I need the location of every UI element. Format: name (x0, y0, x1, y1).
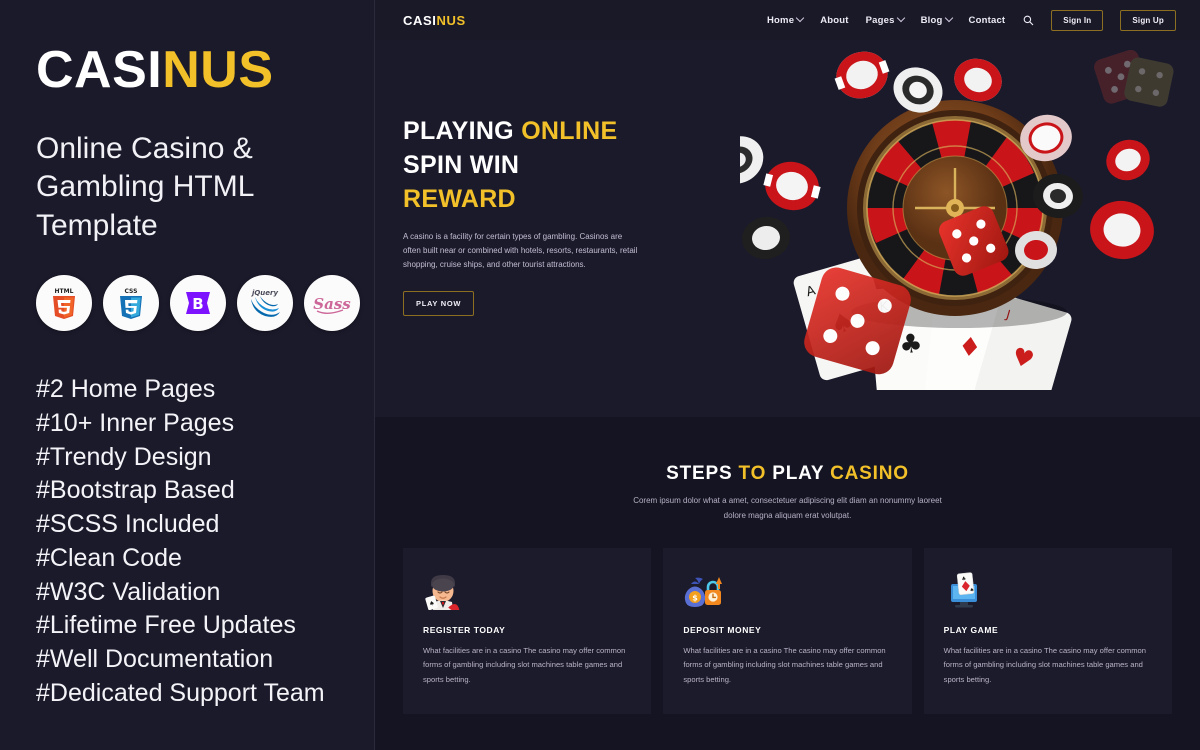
bootstrap-icon: B (186, 292, 210, 315)
money-bag-lock-icon: $ (685, 576, 723, 607)
nav-item-pages[interactable]: Pages (865, 13, 905, 26)
steps-heading-part1: STEPS (666, 463, 739, 484)
nav-item-blog[interactable]: Blog (920, 13, 953, 26)
promo-logo-gold: NUS (162, 41, 274, 99)
html5-badge: HTML (36, 275, 92, 332)
monitor-cards-icon: ♣ ♠ (950, 571, 977, 608)
navbar-logo-white: CASI (403, 12, 437, 28)
promo-logo-white: CASI (36, 41, 163, 99)
svg-text:$: $ (693, 593, 699, 602)
feature-item: #Dedicated Support Team (36, 678, 325, 707)
feature-item: #Bootstrap Based (36, 476, 235, 505)
nav-item-home-label: Home (766, 14, 795, 26)
step-card-deposit[interactable]: $ DEPOSIT MONEY What facilities are in a… (663, 547, 912, 714)
steps-heading-gold1: TO (738, 463, 767, 484)
search-button[interactable] (1023, 15, 1034, 26)
chevron-down-icon (795, 13, 805, 23)
nav-item-contact[interactable]: Contact (969, 15, 1006, 26)
step-card-text: What facilities are in a casino The casi… (943, 645, 1146, 685)
screenshot-root: CASINUS Online Casino & Gambling HTML Te… (0, 0, 1200, 750)
search-icon (1023, 15, 1034, 25)
svg-text:jQuery: jQuery (251, 289, 279, 297)
bootstrap-badge: B (170, 275, 226, 332)
steps-heading: STEPS TO PLAY CASINO (375, 463, 1200, 485)
site-preview: CASINUS Home About Pages Blog Contact Si… (375, 0, 1200, 750)
sass-badge: Sass (304, 275, 360, 332)
promo-logo: CASINUS (36, 44, 375, 96)
step-card-text: What facilities are in a casino The casi… (423, 645, 626, 685)
svg-text:♠: ♠ (969, 587, 974, 593)
hero-artwork-roulette: A ♠ K ♣ Q ♦ J (740, 50, 1174, 390)
feature-list: #2 Home Pages #10+ Inner Pages #Trendy D… (36, 373, 375, 711)
hero-title: PLAYING ONLINE SPIN WIN REWARD (403, 114, 663, 216)
tech-badge-row: HTML CSS B jQuery Sass (36, 275, 375, 332)
site-navbar: CASINUS Home About Pages Blog Contact Si… (375, 0, 1200, 40)
hero-section: PLAYING ONLINE SPIN WIN REWARD A casino … (375, 40, 1200, 417)
sign-in-button[interactable]: Sign In (1051, 9, 1104, 31)
svg-text:B: B (192, 295, 203, 313)
promo-panel: CASINUS Online Casino & Gambling HTML Te… (0, 0, 375, 750)
nav-item-contact-label: Contact (968, 14, 1006, 26)
svg-text:CSS: CSS (125, 288, 138, 295)
svg-text:♦: ♦ (957, 332, 983, 364)
nav-item-home[interactable]: Home (766, 13, 805, 26)
hero-paragraph: A casino is a facility for certain types… (403, 232, 638, 270)
step-card-title: DEPOSIT MONEY (683, 624, 762, 635)
feature-item: #Clean Code (36, 543, 182, 572)
nav-item-about-label: About (820, 14, 849, 26)
feature-item: #W3C Validation (36, 577, 221, 606)
svg-text:Sass: Sass (313, 295, 351, 313)
jquery-icon: jQuery (251, 289, 280, 318)
steps-card-row: ♠ REGISTER TODAY What facilities are in … (375, 524, 1200, 714)
hero-content: PLAYING ONLINE SPIN WIN REWARD A casino … (403, 114, 663, 316)
hero-title-line3: REWARD (403, 185, 516, 213)
navbar-logo[interactable]: CASINUS (403, 13, 466, 28)
feature-item: #Trendy Design (36, 442, 212, 471)
steps-subtitle: Corem ipsum dolor what a amet, consectet… (633, 496, 942, 520)
css3-icon: CSS (120, 288, 142, 320)
steps-heading-gold2: CASINO (830, 463, 909, 484)
sass-icon: Sass (313, 295, 351, 315)
step-card-text: What facilities are in a casino The casi… (683, 645, 886, 685)
feature-item: #10+ Inner Pages (36, 408, 235, 437)
svg-text:♣: ♣ (898, 329, 924, 361)
steps-heading-part2: PLAY (766, 463, 831, 484)
croupier-dealer-icon: ♠ (425, 574, 460, 610)
chevron-down-icon (896, 13, 905, 23)
chevron-down-icon (944, 13, 953, 23)
nav-item-blog-label: Blog (920, 14, 943, 26)
nav-item-pages-label: Pages (865, 14, 895, 26)
promo-subtitle: Online Casino & Gambling HTML Template (36, 132, 254, 242)
feature-item: #SCSS Included (36, 510, 220, 539)
step-card-title: PLAY GAME (943, 624, 999, 635)
step-card-title: REGISTER TODAY (423, 624, 506, 635)
feature-item: #Lifetime Free Updates (36, 611, 296, 640)
hero-title-line2: SPIN WIN (403, 151, 520, 179)
navbar-menu: Home About Pages Blog Contact Sign In Si… (766, 9, 1176, 31)
navbar-logo-gold: NUS (436, 12, 466, 28)
html5-icon: HTML (53, 288, 75, 320)
play-now-button[interactable]: PLAY NOW (403, 290, 475, 316)
feature-item: #2 Home Pages (36, 375, 216, 404)
hero-title-line1-gold: ONLINE (521, 117, 618, 145)
css3-badge: CSS (103, 275, 159, 332)
hero-title-line1-white: PLAYING (403, 117, 514, 145)
jquery-badge: jQuery (237, 275, 293, 332)
sign-up-button[interactable]: Sign Up (1120, 9, 1176, 31)
svg-text:HTML: HTML (55, 288, 74, 295)
step-card-play[interactable]: ♣ ♠ PLAY GAME What facilities are in a c… (923, 547, 1172, 714)
steps-section: STEPS TO PLAY CASINO Corem ipsum dolor w… (375, 417, 1200, 750)
nav-item-about[interactable]: About (820, 15, 848, 26)
feature-item: #Well Documentation (36, 645, 274, 674)
step-card-register[interactable]: ♠ REGISTER TODAY What facilities are in … (403, 547, 652, 714)
dice-dim-pair (1094, 50, 1174, 107)
